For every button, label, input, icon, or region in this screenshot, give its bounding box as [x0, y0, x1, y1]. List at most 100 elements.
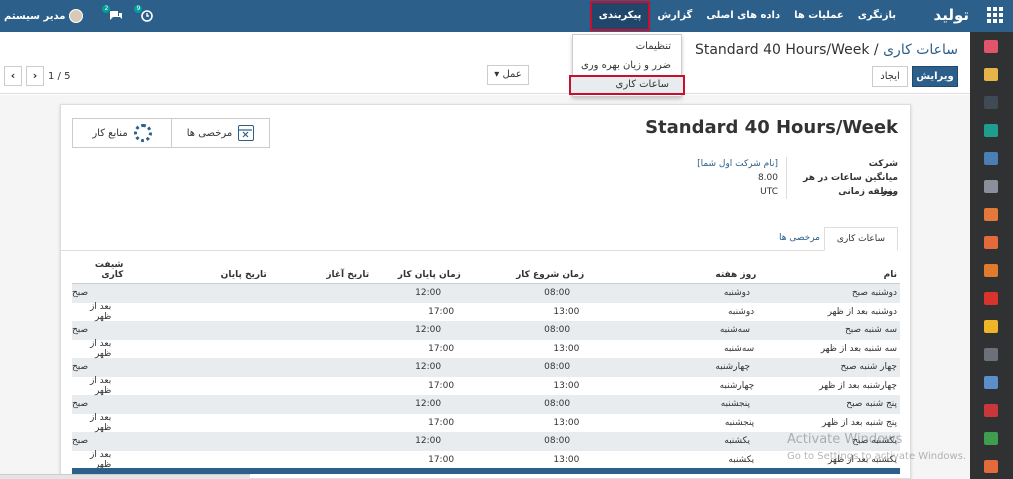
cell-work-to: 12:00 [415, 399, 442, 410]
time-off-button[interactable]: مرخصی ها [171, 119, 269, 147]
top-navbar: تولید بازنگری عملیات ها داده های اصلی گز… [0, 0, 1013, 32]
timezone-value: UTC [760, 187, 778, 197]
menu-reporting[interactable]: گزارش [650, 0, 699, 32]
form-fields: شرکت [نام شرکت اول شما] میانگین ساعات در… [697, 157, 898, 199]
cell-work-to: 12:00 [415, 362, 442, 373]
table-row[interactable]: پنج شنبه بعد از ظهر پنجشنبه 13:00 17:00 بعد … [72, 412, 900, 433]
avatar [69, 9, 84, 23]
dropdown-item-productivity-loss[interactable]: ضرر و زیان بهره وری [573, 56, 681, 75]
app-sidebar [970, 32, 1013, 479]
button-box: منابع کار مرخصی ها [72, 118, 270, 148]
discuss-icon[interactable] [984, 40, 998, 53]
table-row[interactable]: پنج شنبه صبح پنجشنبه 08:00 12:00 صبح [72, 395, 900, 414]
cell-weekday: دوشنبه [728, 306, 755, 317]
menu-configuration[interactable]: پیکربندی [589, 1, 651, 31]
table-header: نام روز هفته زمان شروع کار زمان پایان کا… [72, 260, 900, 284]
cell-work-from: 08:00 [544, 325, 571, 336]
dashboard-icon[interactable] [984, 208, 998, 221]
configuration-dropdown: تنظیمات ضرر و زیان بهره وری ساعات کاری [569, 34, 685, 97]
menu-master-data[interactable]: داده های اصلی [699, 0, 787, 32]
accounting-icon[interactable] [984, 376, 998, 389]
apps-menu-icon[interactable] [987, 7, 1003, 23]
cell-weekday: سه‌شنبه [724, 343, 755, 354]
action-dropdown[interactable]: عمل ▾ [487, 65, 529, 85]
calendar-icon[interactable] [984, 68, 998, 81]
cell-weekday: سه‌شنبه [719, 325, 751, 336]
quality-icon[interactable] [984, 460, 998, 473]
support-icon[interactable] [984, 320, 998, 333]
record-title: Standard 40 Hours/Week [645, 117, 898, 138]
cell-day-period: صبح [71, 325, 89, 336]
col-day-period[interactable]: شیفت کاری [72, 260, 124, 280]
table-row[interactable]: دوشنبه بعد از ظهر دوشنبه 13:00 17:00 بعد از … [72, 302, 900, 322]
menu-operations[interactable]: عملیات ها [787, 0, 851, 32]
create-button[interactable]: ایجاد [872, 66, 908, 87]
activation-watermark: Activate Windows [787, 432, 903, 447]
cell-work-from: 08:00 [544, 399, 571, 410]
inventory-icon[interactable] [984, 264, 998, 277]
messages-icon[interactable]: 2 [102, 5, 123, 22]
cell-name: پنج شنبه بعد از ظهر [822, 417, 897, 428]
breadcrumb-parent[interactable]: ساعات کاری [883, 42, 958, 58]
cell-name: سه شنبه بعد از ظهر [820, 343, 897, 354]
cell-work-to: 17:00 [428, 343, 455, 354]
tab-time-off[interactable]: مرخصی ها [767, 227, 832, 251]
cell-weekday: پنجشنبه [720, 399, 751, 410]
crm-icon[interactable] [984, 152, 998, 165]
col-work-from[interactable]: زمان شروع کار [461, 270, 586, 280]
avg-hours-value: 8.00 [757, 173, 778, 183]
cell-work-from: 08:00 [544, 362, 571, 373]
tab-working-hours[interactable]: ساعات کاری [823, 227, 898, 251]
pager-prev-button[interactable]: ‹ [4, 66, 22, 86]
edit-button[interactable]: ویرایش [912, 66, 958, 87]
col-work-to[interactable]: زمان پایان کار [369, 270, 461, 280]
pager-next-button[interactable]: › [26, 66, 44, 86]
gears-icon [133, 124, 152, 142]
table-row[interactable]: سه شنبه بعد از ظهر سه‌شنبه 13:00 17:00 بعد ا… [72, 339, 900, 359]
purchase-icon[interactable] [984, 348, 998, 361]
cell-day-period: صبح [71, 436, 89, 447]
cell-day-period: صبح [71, 362, 89, 373]
activities-icon[interactable]: 9 [134, 5, 155, 22]
cell-work-to: 12:00 [415, 288, 442, 299]
company-label: شرکت [786, 157, 898, 171]
events-icon[interactable] [984, 404, 998, 417]
manufacturing-icon[interactable] [984, 432, 998, 445]
cell-work-to: 17:00 [428, 417, 455, 428]
col-weekday[interactable]: روز هفته [586, 270, 758, 280]
calendar-cancel-icon [238, 125, 255, 141]
documents-icon[interactable] [984, 292, 998, 305]
cell-name: دوشنبه بعد از ظهر [827, 306, 897, 317]
table-row[interactable]: دوشنبه صبح دوشنبه 08:00 12:00 صبح [72, 284, 900, 303]
table-row[interactable]: چهار شنبه صبح چهارشنبه 08:00 12:00 صبح [72, 358, 900, 377]
col-date-from[interactable]: تاریخ آغاز [267, 270, 369, 280]
app-brand[interactable]: تولید [934, 6, 969, 24]
table-row[interactable]: یکشنبه بعد از ظهر یکشنبه 13:00 17:00 بعد از … [72, 449, 900, 470]
cell-work-to: 17:00 [428, 306, 455, 317]
pager-value[interactable]: 1 / 5 [48, 71, 70, 82]
notes-icon[interactable] [984, 96, 998, 109]
work-resources-label: منابع کار [92, 127, 128, 139]
cell-work-to: 12:00 [415, 436, 442, 447]
cell-day-period: بعد از ظهر [89, 412, 112, 433]
dropdown-item-working-hours[interactable]: ساعات کاری [569, 75, 685, 95]
cell-weekday: دوشنبه [723, 288, 751, 299]
action-label: عمل [502, 69, 522, 80]
cell-day-period: بعد از ظهر [89, 449, 112, 470]
table-row[interactable]: یکشنبه صبح یکشنبه 08:00 12:00 صبح [72, 432, 900, 451]
website-icon[interactable] [984, 236, 998, 249]
col-name[interactable]: نام [758, 270, 900, 280]
contacts-icon[interactable] [984, 124, 998, 137]
table-row[interactable]: سه شنبه صبح سه‌شنبه 08:00 12:00 صبح [72, 321, 900, 340]
cell-work-to: 17:00 [428, 380, 455, 391]
cell-name: دوشنبه صبح [851, 288, 897, 299]
dropdown-item-settings[interactable]: تنظیمات [573, 37, 681, 56]
table-row[interactable]: چهارشنبه بعد از ظهر چهارشنبه 13:00 17:00 بعد… [72, 376, 900, 396]
work-resources-button[interactable]: منابع کار [73, 119, 171, 147]
user-menu[interactable]: مدیر سیستم [4, 9, 84, 23]
sales-icon[interactable] [984, 180, 998, 193]
menu-review[interactable]: بازنگری [851, 0, 903, 32]
company-value[interactable]: [نام شرکت اول شما] [697, 159, 786, 169]
col-date-to[interactable]: تاریخ پایان [123, 270, 267, 280]
cell-name: چهار شنبه صبح [840, 362, 898, 373]
